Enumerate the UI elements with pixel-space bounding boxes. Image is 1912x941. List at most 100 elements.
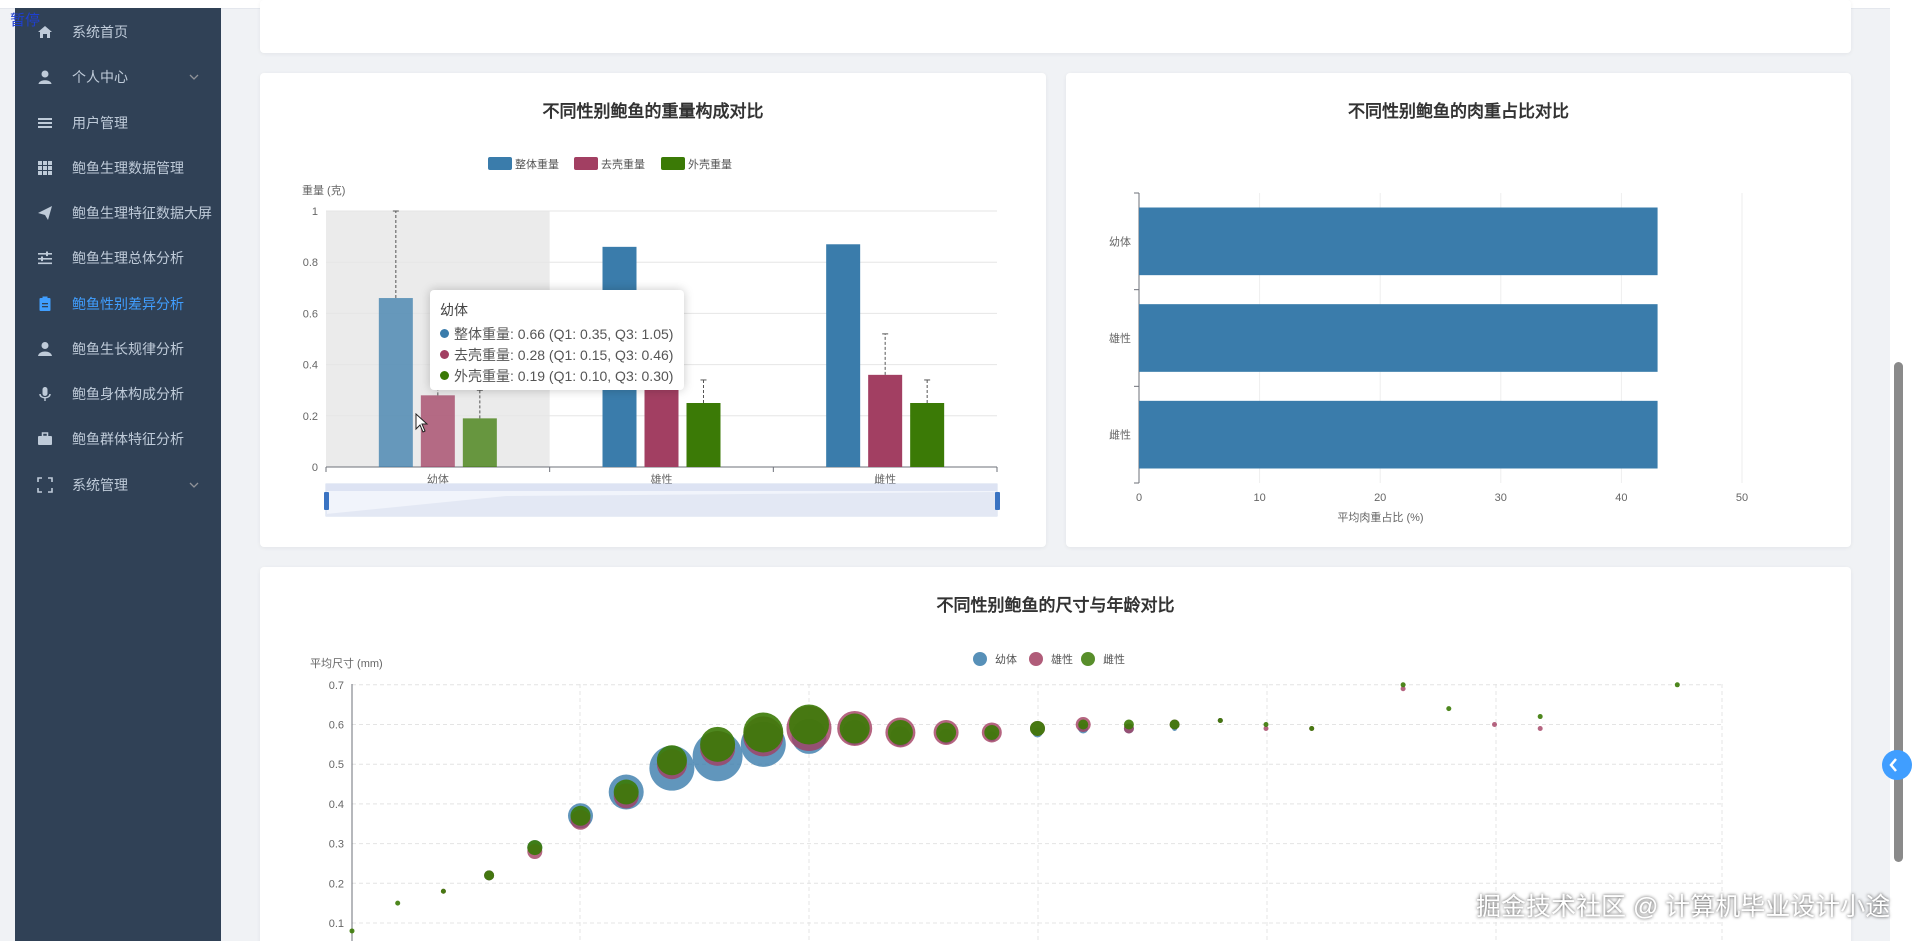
chevron-down-icon: [189, 482, 199, 488]
bubble-2-7[interactable]: [656, 745, 687, 776]
paused-label: 暂停: [10, 12, 41, 29]
size-age-chart[interactable]: 幼体 雄性 雌性 平均尺寸 (mm) 0.1 0.2 0.3 0.4 0.5 0.6 0.7: [260, 567, 1851, 941]
clipboard-icon: [39, 296, 51, 311]
y-axis-label: 重量 (克): [302, 183, 345, 197]
y-tick-label: 1: [312, 206, 318, 218]
bar-1[interactable]: [1139, 304, 1658, 372]
user-icon: [38, 70, 52, 84]
sidebar-item-label: 个人中心: [72, 68, 128, 85]
side-toggle-button[interactable]: [1882, 750, 1912, 780]
bubble-2-23[interactable]: [1446, 706, 1452, 712]
bar-2[interactable]: [1139, 400, 1658, 469]
sidebar-item-label: 鲍鱼生理特征数据大屏: [72, 204, 212, 221]
bubble-2-16[interactable]: [1078, 719, 1089, 730]
bar-1-2[interactable]: [868, 374, 903, 467]
bubble-2-24[interactable]: [1537, 714, 1543, 720]
bar-2-0[interactable]: [462, 418, 497, 467]
bubble-2-1[interactable]: [395, 900, 401, 906]
y-tick-label: 0.6: [303, 308, 318, 320]
bubble-2-25[interactable]: [1674, 682, 1680, 688]
bubble-2-19[interactable]: [1217, 718, 1223, 724]
y-tick-label: 0.7: [329, 680, 344, 692]
bubble-2-17[interactable]: [1123, 719, 1134, 730]
datazoom-slider[interactable]: [324, 483, 1000, 517]
bar-1-1[interactable]: [644, 385, 679, 467]
bubble-2-11[interactable]: [839, 713, 870, 744]
chevron-left-icon: [1889, 758, 1897, 772]
sidebar-item-label: 系统首页: [72, 23, 128, 40]
legend-label: 雌性: [1103, 652, 1125, 666]
y-tick-label: 幼体: [1109, 234, 1131, 248]
bubble-2-3[interactable]: [484, 870, 495, 881]
bubble-1-22[interactable]: [1537, 725, 1543, 731]
bubble-2-5[interactable]: [570, 805, 591, 826]
mic-icon: [39, 386, 51, 401]
tooltip-text: 去壳重量: 0.28 (Q1: 0.15, Q3: 0.46): [454, 346, 674, 363]
send-icon: [38, 205, 52, 220]
meat-ratio-card: 不同性别鲍鱼的肉重占比对比 0 10 20 30 40 50 幼体 雄性 雌性 平均肉重占比 (%…: [1066, 73, 1851, 547]
sidebar-item-label: 鲍鱼生理数据管理: [72, 159, 184, 176]
bubble-2-6[interactable]: [613, 779, 639, 805]
sidebar-menu: 系统首页个人中心用户管理鲍鱼生理数据管理鲍鱼生理特征数据大屏 鲍鱼生理总体分析 鲍鱼…: [15, 8, 221, 941]
bubble-1-21[interactable]: [1492, 722, 1497, 727]
x-axis-label: 平均肉重占比 (%): [1337, 510, 1423, 524]
bubble-2-10[interactable]: [789, 704, 829, 745]
screen: 暂停 系统首页个人中心用户管理鲍鱼生理数据管理鲍鱼生理特征数据大屏 鲍鱼生理总体分…: [0, 0, 1912, 941]
page-scrollbar-thumb[interactable]: [1894, 362, 1903, 862]
bubble-2-8[interactable]: [700, 726, 736, 762]
bubble-2-20[interactable]: [1263, 722, 1269, 727]
bar-0[interactable]: [1139, 207, 1658, 276]
bar-0-2[interactable]: [826, 244, 861, 467]
y-tick-label: 0.3: [329, 839, 344, 851]
legend-label: 雄性: [1051, 652, 1073, 666]
sidebar-item-10[interactable]: 系统管理: [15, 457, 221, 512]
bubble-2-9[interactable]: [743, 712, 784, 753]
legend-marker[interactable]: [1029, 652, 1043, 666]
tooltip-dot-red: [440, 350, 449, 359]
watermark-text: 掘金技术社区 @ 计算机毕业设计小途: [1476, 893, 1891, 921]
sidebar-item-label: 鲍鱼身体构成分析: [72, 385, 184, 402]
bubble-2-12[interactable]: [887, 719, 913, 745]
top-card: [260, 0, 1851, 53]
list-icon: [38, 117, 52, 128]
legend-marker[interactable]: [973, 652, 987, 666]
y-tick-label: 0.2: [303, 411, 318, 423]
y-tick-label: 0.1: [329, 918, 344, 930]
bubble-2-0[interactable]: [349, 928, 355, 934]
briefcase-icon: [38, 431, 52, 445]
bar-2-2[interactable]: [910, 403, 945, 467]
x-tick-label: 50: [1736, 492, 1748, 504]
sliders-icon: [38, 251, 52, 264]
bubble-2-2[interactable]: [440, 888, 446, 894]
legend-marker[interactable]: [1081, 652, 1095, 666]
bubble-2-4[interactable]: [527, 840, 543, 856]
meat-ratio-chart[interactable]: 0 10 20 30 40 50 幼体雄性雌性平均肉重占比 (%): [1066, 73, 1851, 547]
x-tick-label: 40: [1615, 492, 1627, 504]
bubble-2-14[interactable]: [984, 724, 1000, 740]
grid-icon: [38, 160, 52, 175]
x-tick-label: 20: [1374, 492, 1386, 504]
legend-label: 幼体: [995, 652, 1017, 666]
legend-swatch[interactable]: [661, 157, 685, 170]
datazoom-handle-left[interactable]: [324, 492, 329, 510]
bubble-2-22[interactable]: [1400, 682, 1406, 688]
legend-label: 去壳重量: [601, 157, 645, 171]
y-tick-label: 0: [312, 462, 318, 474]
legend-swatch[interactable]: [488, 157, 512, 170]
bubble-2-21[interactable]: [1309, 725, 1315, 731]
y-tick-label: 0.6: [329, 720, 344, 732]
bubble-2-13[interactable]: [936, 722, 957, 743]
sidebar-item-label: 用户管理: [72, 114, 128, 131]
legend-swatch[interactable]: [574, 157, 598, 170]
y-tick-label: 0.4: [329, 799, 344, 811]
tooltip-row-shell: 外壳重量: 0.19 (Q1: 0.10, Q3: 0.30): [440, 365, 674, 386]
tooltip-row-whole: 整体重量: 0.66 (Q1: 0.35, Q3: 1.05): [440, 323, 674, 344]
bubble-2-18[interactable]: [1169, 719, 1180, 730]
y-tick-label: 0.5: [329, 759, 344, 771]
sidebar-item-label: 鲍鱼生理总体分析: [72, 249, 184, 266]
bubble-2-15[interactable]: [1030, 720, 1045, 736]
datazoom-handle-right[interactable]: [995, 492, 1000, 510]
bar-2-1[interactable]: [686, 403, 721, 467]
sidebar-item-label: 鲍鱼性别差异分析: [72, 295, 184, 312]
bar-0-0[interactable]: [378, 298, 413, 467]
